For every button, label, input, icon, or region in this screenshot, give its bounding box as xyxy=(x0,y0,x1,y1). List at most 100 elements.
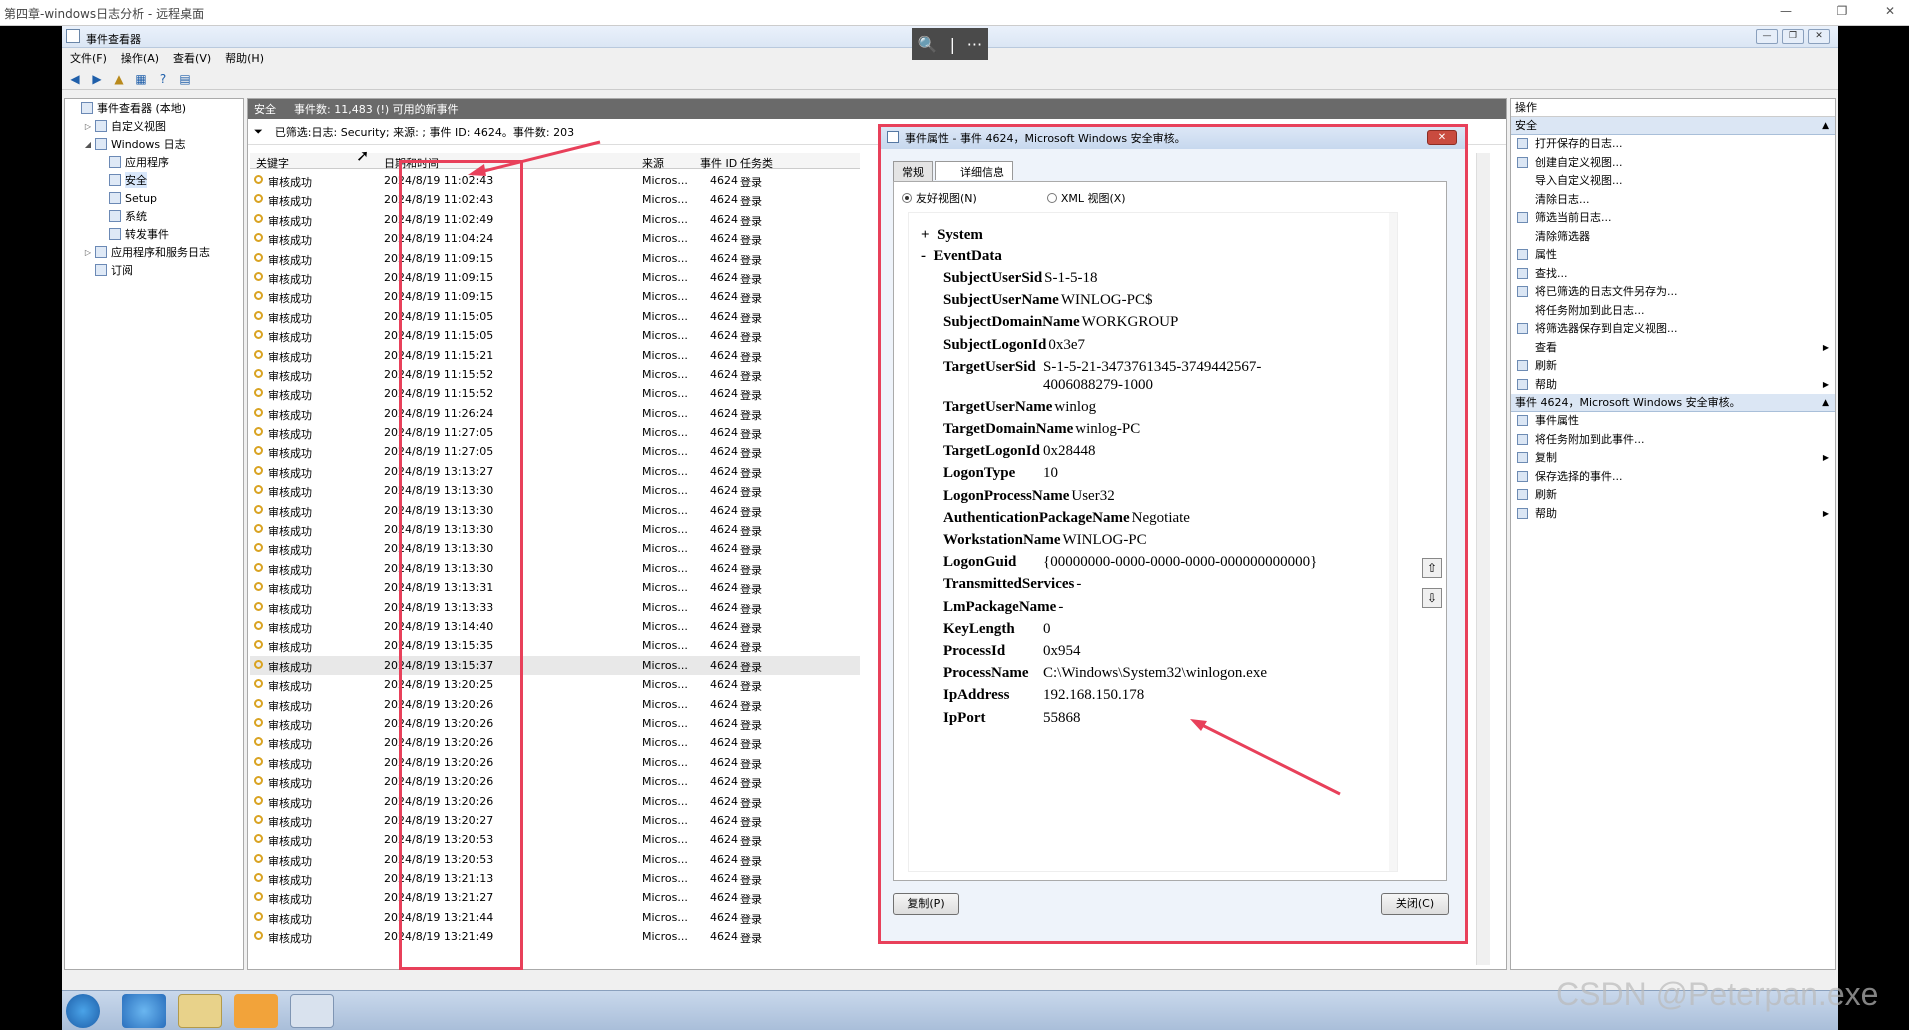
table-row[interactable]: 审核成功 2024/8/19 13:13:30 Micros... 4624 登录 xyxy=(250,501,860,520)
tree-item[interactable]: ▷ 应用程序和服务日志 xyxy=(65,243,243,261)
expand-icon[interactable]: + xyxy=(921,227,930,243)
tree-item[interactable]: Setup xyxy=(65,189,243,207)
action-item[interactable]: 筛选当前日志... xyxy=(1511,209,1835,228)
collapse-icon[interactable]: ▲ xyxy=(1822,394,1829,412)
action-item[interactable]: 刷新 xyxy=(1511,486,1835,505)
internet-explorer-icon[interactable] xyxy=(122,994,166,1028)
expand-toggle-icon[interactable]: ◢ xyxy=(83,140,93,149)
table-row[interactable]: 审核成功 2024/8/19 13:20:26 Micros... 4624 登录 xyxy=(250,695,860,714)
action-item[interactable]: 清除筛选器 xyxy=(1511,228,1835,247)
action-item[interactable]: 创建自定义视图... xyxy=(1511,154,1835,173)
friendly-view-radio[interactable]: 友好视图(N) xyxy=(902,190,977,206)
table-row[interactable]: 审核成功 2024/8/19 11:09:15 Micros... 4624 登录 xyxy=(250,287,860,306)
tab-general[interactable]: 常规 xyxy=(893,161,933,182)
action-item[interactable]: 复制 ▶ xyxy=(1511,449,1835,468)
action-item[interactable]: 导入自定义视图... xyxy=(1511,172,1835,191)
table-row[interactable]: 审核成功 2024/8/19 13:20:26 Micros... 4624 登录 xyxy=(250,772,860,791)
table-row[interactable]: 审核成功 2024/8/19 13:13:33 Micros... 4624 登录 xyxy=(250,598,860,617)
help-icon[interactable]: ? xyxy=(154,71,172,87)
tree-item[interactable]: 安全 xyxy=(65,171,243,189)
forward-arrow-icon[interactable]: ▶ xyxy=(88,71,106,87)
actions-section-event[interactable]: 事件 4624，Microsoft Windows 安全审核。 ▲ xyxy=(1511,394,1835,412)
start-button-icon[interactable] xyxy=(66,994,100,1028)
dialog-close-button[interactable]: ✕ xyxy=(1427,130,1457,145)
action-item[interactable]: 将任务附加到此日志... xyxy=(1511,302,1835,321)
details-scrollbar[interactable] xyxy=(1389,213,1397,871)
action-item[interactable]: 属性 xyxy=(1511,246,1835,265)
table-row[interactable]: 审核成功 2024/8/19 13:13:31 Micros... 4624 登录 xyxy=(250,578,860,597)
xml-view-radio[interactable]: XML 视图(X) xyxy=(1046,190,1126,206)
column-keyword[interactable]: 关键字 xyxy=(256,155,289,171)
tree-item[interactable]: 转发事件 xyxy=(65,225,243,243)
table-row[interactable]: 审核成功 2024/8/19 11:15:05 Micros... 4624 登录 xyxy=(250,326,860,345)
table-row[interactable]: 审核成功 2024/8/19 13:20:26 Micros... 4624 登录 xyxy=(250,733,860,752)
menu-view[interactable]: 查看(V) xyxy=(173,50,211,66)
table-row[interactable]: 审核成功 2024/8/19 11:26:24 Micros... 4624 登录 xyxy=(250,404,860,423)
table-row[interactable]: 审核成功 2024/8/19 13:13:30 Micros... 4624 登录 xyxy=(250,559,860,578)
window-minimize-button[interactable]: — xyxy=(1756,29,1778,44)
menu-help[interactable]: 帮助(H) xyxy=(225,50,264,66)
show-hide-actions-icon[interactable]: ▤ xyxy=(176,71,194,87)
table-row[interactable]: 审核成功 2024/8/19 11:09:15 Micros... 4624 登录 xyxy=(250,249,860,268)
table-row[interactable]: 审核成功 2024/8/19 13:13:30 Micros... 4624 登录 xyxy=(250,520,860,539)
action-item[interactable]: 清除日志... xyxy=(1511,191,1835,210)
table-row[interactable]: 审核成功 2024/8/19 13:20:53 Micros... 4624 登录 xyxy=(250,850,860,869)
table-row[interactable]: 审核成功 2024/8/19 11:04:24 Micros... 4624 登录 xyxy=(250,229,860,248)
tree-item[interactable]: ◢ Windows 日志 xyxy=(65,135,243,153)
table-row[interactable]: 审核成功 2024/8/19 11:15:52 Micros... 4624 登录 xyxy=(250,365,860,384)
action-item[interactable]: 事件属性 xyxy=(1511,412,1835,431)
actions-section-security[interactable]: 安全 ▲ xyxy=(1511,117,1835,135)
system-node[interactable]: + System xyxy=(921,227,983,244)
restore-icon[interactable]: ❐ xyxy=(1832,4,1852,18)
copy-button[interactable]: 复制(P) xyxy=(893,893,959,915)
tree-item[interactable]: 系统 xyxy=(65,207,243,225)
tab-details[interactable]: 详细信息 xyxy=(935,161,1013,180)
up-folder-icon[interactable]: ▲ xyxy=(110,71,128,87)
close-button[interactable]: 关闭(C) xyxy=(1381,893,1449,915)
action-item[interactable]: 查看 ▶ xyxy=(1511,339,1835,358)
table-row[interactable]: 审核成功 2024/8/19 13:21:27 Micros... 4624 登录 xyxy=(250,888,860,907)
minimize-icon[interactable]: — xyxy=(1776,4,1796,18)
eventdata-node[interactable]: - EventData xyxy=(921,248,1002,265)
back-arrow-icon[interactable]: ◀ xyxy=(66,71,84,87)
collapse-icon[interactable]: - xyxy=(921,248,926,264)
table-row[interactable]: 审核成功 2024/8/19 13:20:25 Micros... 4624 登录 xyxy=(250,675,860,694)
more-options-icon[interactable]: ··· xyxy=(967,35,982,54)
tree-item[interactable]: 应用程序 xyxy=(65,153,243,171)
table-row[interactable]: 审核成功 2024/8/19 11:02:49 Micros... 4624 登录 xyxy=(250,210,860,229)
table-row[interactable]: 审核成功 2024/8/19 11:02:43 Micros... 4624 登录 xyxy=(250,190,860,209)
table-row[interactable]: 审核成功 2024/8/19 13:20:26 Micros... 4624 登录 xyxy=(250,714,860,733)
tree-item[interactable]: 订阅 xyxy=(65,261,243,279)
action-item[interactable]: 将任务附加到此事件... xyxy=(1511,431,1835,450)
table-row[interactable]: 审核成功 2024/8/19 13:20:26 Micros... 4624 登录 xyxy=(250,753,860,772)
table-row[interactable]: 审核成功 2024/8/19 11:15:52 Micros... 4624 登录 xyxy=(250,384,860,403)
window-close-button[interactable]: ✕ xyxy=(1808,29,1830,44)
table-row[interactable]: 审核成功 2024/8/19 11:15:05 Micros... 4624 登录 xyxy=(250,307,860,326)
expand-toggle-icon[interactable]: ▷ xyxy=(83,248,93,257)
show-hide-tree-icon[interactable]: ▦ xyxy=(132,71,150,87)
table-row[interactable]: 审核成功 2024/8/19 13:20:27 Micros... 4624 登录 xyxy=(250,811,860,830)
table-row[interactable]: 审核成功 2024/8/19 13:15:37 Micros... 4624 登录 xyxy=(250,655,860,676)
window-restore-button[interactable]: ❐ xyxy=(1782,29,1804,44)
menu-action[interactable]: 操作(A) xyxy=(121,50,159,66)
tree-item[interactable]: ▷ 自定义视图 xyxy=(65,117,243,135)
column-task-category[interactable]: 任务类 xyxy=(740,155,773,171)
table-row[interactable]: 审核成功 2024/8/19 13:21:49 Micros... 4624 登录 xyxy=(250,927,860,946)
action-item[interactable]: 帮助 ▶ xyxy=(1511,505,1835,524)
table-row[interactable]: 审核成功 2024/8/19 11:27:05 Micros... 4624 登录 xyxy=(250,442,860,461)
table-row[interactable]: 审核成功 2024/8/19 13:21:44 Micros... 4624 登录 xyxy=(250,908,860,927)
zoom-icon[interactable]: 🔍 xyxy=(918,35,938,54)
file-explorer-icon[interactable] xyxy=(178,994,222,1028)
media-player-icon[interactable] xyxy=(234,994,278,1028)
collapse-icon[interactable]: ▲ xyxy=(1822,117,1829,135)
table-row[interactable]: 审核成功 2024/8/19 13:13:30 Micros... 4624 登录 xyxy=(250,481,860,500)
action-item[interactable]: 将已筛选的日志文件另存为... xyxy=(1511,283,1835,302)
table-row[interactable]: 审核成功 2024/8/19 11:15:21 Micros... 4624 登录 xyxy=(250,346,860,365)
menu-file[interactable]: 文件(F) xyxy=(70,50,107,66)
previous-event-icon[interactable]: ⇧ xyxy=(1422,558,1442,578)
table-row[interactable]: 审核成功 2024/8/19 13:14:40 Micros... 4624 登录 xyxy=(250,617,860,636)
close-icon[interactable]: ✕ xyxy=(1880,4,1900,18)
table-row[interactable]: 审核成功 2024/8/19 13:15:35 Micros... 4624 登录 xyxy=(250,636,860,655)
action-item[interactable]: 保存选择的事件... xyxy=(1511,468,1835,487)
action-item[interactable]: 查找... xyxy=(1511,265,1835,284)
